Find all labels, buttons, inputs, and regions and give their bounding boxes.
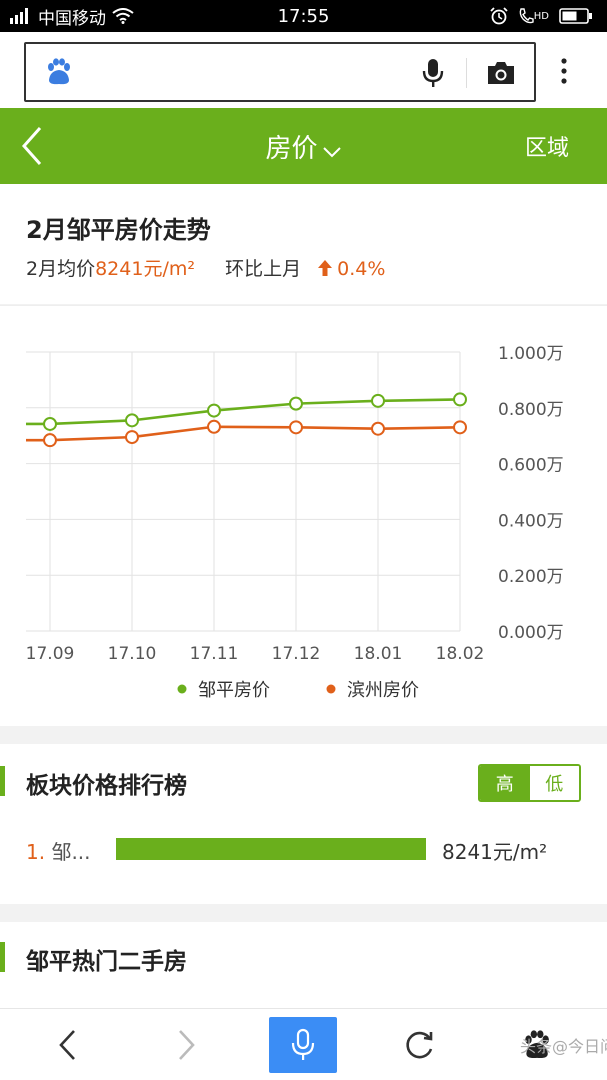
carrier-name: 中国移动 xyxy=(38,8,106,29)
data-point xyxy=(289,396,303,411)
search-input[interactable] xyxy=(24,42,536,102)
ranking-bar-track xyxy=(116,838,426,860)
legend-label: 邹平房价 xyxy=(198,680,270,701)
signal-icon xyxy=(10,8,32,24)
microphone-icon xyxy=(291,1028,315,1060)
data-point xyxy=(207,419,221,434)
ranking-card: 板块价格排行榜 高 低 1. 邹... 8241元/m² xyxy=(0,744,607,904)
status-bar: 中国移动 17:55 HD xyxy=(0,0,607,32)
y-tick-label: 0.200万 xyxy=(498,567,564,587)
y-tick-label: 0.000万 xyxy=(498,623,564,643)
voice-search-icon[interactable] xyxy=(418,57,448,93)
browser-bar xyxy=(0,32,607,108)
summary-line: 2月均价8241元/m² 环比上月 0.4% xyxy=(26,254,385,282)
line-chart: 1.000万 0.800万 0.600万 0.400万 0.200万 0.000万 17.0… xyxy=(26,344,564,701)
browser-toolbar: 头条@今日问答 xyxy=(0,1008,607,1080)
page-header: 房价 区域 xyxy=(0,108,607,184)
mom-label: 环比上月 xyxy=(225,258,302,280)
section-marker xyxy=(0,766,5,796)
nav-forward-icon[interactable] xyxy=(156,1017,216,1073)
battery-icon xyxy=(559,8,593,24)
legend-marker xyxy=(326,684,336,694)
section-marker xyxy=(0,942,5,972)
legend-marker xyxy=(177,684,187,694)
y-tick-label: 0.600万 xyxy=(498,456,564,476)
avg-price-label: 2月均价 xyxy=(26,258,96,280)
summary-title: 2月邹平房价走势 xyxy=(26,216,211,244)
x-tick-label: 17.09 xyxy=(26,644,75,664)
sort-low-button[interactable]: 低 xyxy=(529,766,579,800)
ranking-area-name: 邹... xyxy=(51,840,91,864)
hot-listings-title: 邹平热门二手房 xyxy=(26,949,187,975)
price-trend-chart: 1.000万 0.800万 0.600万 0.400万 0.200万 0.000万 17.0… xyxy=(0,305,607,726)
ranking-label: 1. 邹... xyxy=(26,836,91,865)
wifi-icon xyxy=(112,8,134,24)
chevron-down-icon xyxy=(322,135,342,165)
watermark: 头条@今日问答 xyxy=(520,1037,607,1056)
x-tick-label: 18.01 xyxy=(354,644,403,664)
refresh-icon[interactable] xyxy=(390,1017,450,1073)
x-tick-label: 17.10 xyxy=(108,644,157,664)
series-line-2 xyxy=(26,425,461,442)
hd-call-icon: HD xyxy=(518,7,549,25)
arrow-up-icon xyxy=(317,259,333,282)
more-menu-icon[interactable] xyxy=(560,58,568,88)
page-title[interactable]: 房价 xyxy=(0,128,607,165)
sort-toggle[interactable]: 高 低 xyxy=(478,764,581,802)
ranking-value: 8241元/m² xyxy=(442,840,548,864)
mom-value: 0.4% xyxy=(337,258,386,280)
data-point xyxy=(43,433,57,448)
data-point xyxy=(453,420,467,435)
data-point xyxy=(43,416,57,431)
y-tick-label: 0.800万 xyxy=(498,400,564,420)
data-point xyxy=(371,393,385,408)
voice-input-button[interactable] xyxy=(269,1017,337,1073)
network-type: HD xyxy=(533,10,549,22)
nav-back-icon[interactable] xyxy=(38,1017,98,1073)
hot-listings-card: 邹平热门二手房 xyxy=(0,922,607,1008)
region-button[interactable]: 区域 xyxy=(525,130,569,162)
ranking-row[interactable]: 1. 邹... 8241元/m² xyxy=(26,834,586,864)
baidu-paw-logo-icon xyxy=(44,58,72,90)
data-point xyxy=(371,421,385,436)
series-line-1 xyxy=(26,398,461,426)
data-point xyxy=(125,413,139,428)
y-tick-label: 0.400万 xyxy=(498,511,564,531)
data-point xyxy=(289,420,303,435)
clock: 17:55 xyxy=(277,5,330,27)
avg-price-value: 8241元/m² xyxy=(95,258,195,280)
search-divider xyxy=(466,58,467,88)
ranking-bar xyxy=(116,838,426,860)
x-tick-label: 18.02 xyxy=(436,644,485,664)
data-point xyxy=(453,392,467,407)
y-tick-label: 1.000万 xyxy=(498,344,564,364)
ranking-number: 1. xyxy=(26,840,46,864)
x-tick-label: 17.12 xyxy=(272,644,321,664)
page-title-label: 房价 xyxy=(265,134,318,164)
camera-search-icon[interactable] xyxy=(486,60,516,90)
ranking-title: 板块价格排行榜 xyxy=(26,773,187,799)
data-point xyxy=(125,430,139,445)
sort-high-button[interactable]: 高 xyxy=(480,766,530,800)
x-tick-label: 17.11 xyxy=(190,644,239,664)
legend-label: 滨州房价 xyxy=(347,680,419,701)
summary-card: 2月邹平房价走势 2月均价8241元/m² 环比上月 0.4% xyxy=(0,184,607,304)
data-point xyxy=(207,403,221,418)
alarm-icon xyxy=(490,7,508,25)
